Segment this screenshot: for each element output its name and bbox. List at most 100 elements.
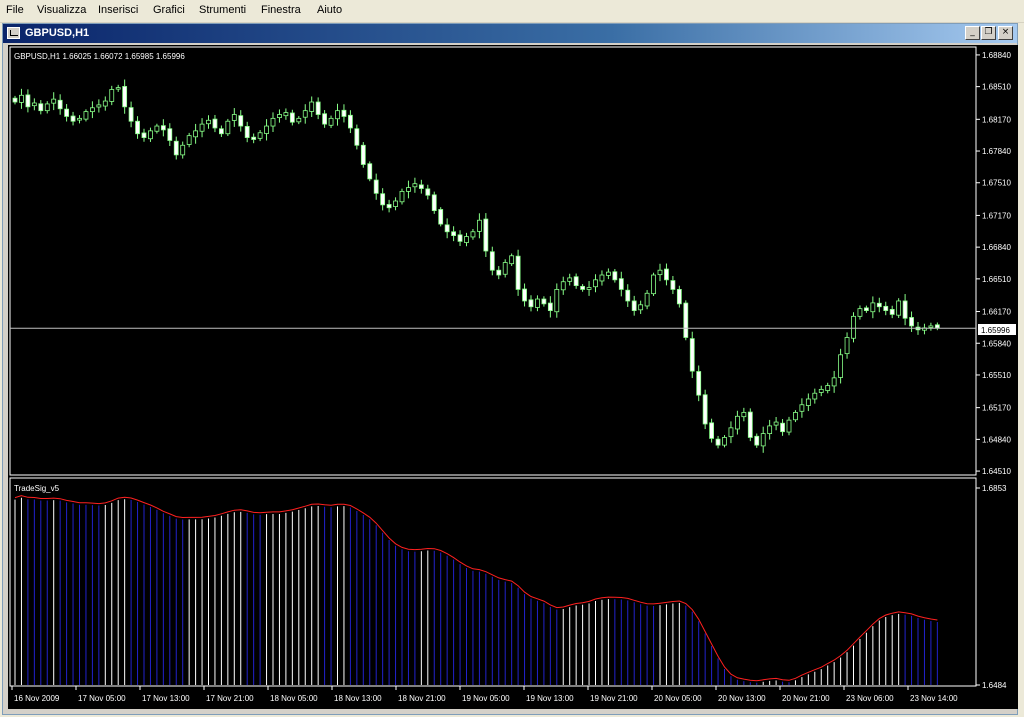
menu-aiuto[interactable]: Aiuto	[317, 4, 342, 16]
chart-header: GBPUSD,H1 1.66025 1.66072 1.65985 1.6599…	[14, 52, 185, 61]
candle-body	[77, 117, 82, 121]
candle-body	[496, 269, 502, 276]
candle-body	[612, 271, 618, 281]
price-label: 1.67510	[982, 179, 1011, 188]
price-label: 1.65510	[982, 371, 1011, 380]
price-label: 1.64510	[982, 467, 1011, 476]
candle-body	[573, 276, 579, 286]
candle-body	[122, 86, 128, 108]
candle-body	[199, 123, 205, 132]
candle-body	[438, 209, 444, 225]
candle-body	[115, 87, 121, 90]
indicator-name: TradeSig_v5	[14, 484, 60, 493]
indicator-bottom-label: 1.6484	[982, 681, 1007, 690]
minimize-button[interactable]: _	[965, 26, 980, 40]
menu-strumenti[interactable]: Strumenti	[199, 4, 246, 16]
time-label: 17 Nov 05:00	[78, 694, 126, 703]
candle-body	[302, 110, 308, 118]
price-label: 1.66170	[982, 308, 1011, 317]
candle-body	[373, 179, 379, 194]
candle-body	[934, 324, 940, 329]
candle-body	[393, 200, 398, 207]
candle-body	[670, 280, 676, 290]
candle-body	[651, 274, 656, 295]
close-button[interactable]: ×	[998, 26, 1013, 40]
candle-body	[315, 101, 321, 115]
chart-window-icon	[7, 27, 20, 39]
candle-body	[799, 404, 805, 412]
candle-body	[128, 107, 134, 122]
candle-body	[135, 120, 140, 135]
candle-body	[322, 113, 328, 125]
candle-body	[483, 218, 489, 252]
candle-body	[31, 102, 37, 107]
candle-body	[509, 255, 515, 265]
candle-body	[818, 388, 824, 393]
price-label: 1.68510	[982, 83, 1011, 92]
candle-body	[902, 300, 908, 319]
chart-canvas[interactable]: GBPUSD,H1 1.66025 1.66072 1.65985 1.6599…	[8, 45, 1018, 709]
candle-body	[186, 135, 192, 145]
candle-body	[44, 103, 50, 112]
time-label: 20 Nov 13:00	[718, 694, 766, 703]
candle-body	[864, 307, 869, 311]
candle-body	[173, 140, 179, 156]
indicator-top-label: 1.6853	[982, 484, 1007, 493]
candle-body	[283, 112, 289, 117]
window-title: GBPUSD,H1	[25, 27, 90, 39]
menu-inserisci[interactable]: Inserisci	[98, 4, 138, 16]
candle-body	[876, 302, 882, 308]
candle-body	[857, 308, 863, 317]
menu-finestra[interactable]: Finestra	[261, 4, 301, 16]
candle-body	[586, 287, 592, 290]
candle-body	[38, 103, 44, 112]
candle-body	[264, 125, 269, 134]
candle-body	[696, 371, 702, 396]
indicator-bars-group	[14, 497, 938, 685]
candle-body	[412, 183, 418, 188]
candle-body	[625, 289, 631, 302]
time-label: 19 Nov 13:00	[526, 694, 574, 703]
chart-area[interactable]: GBPUSD,H1 1.66025 1.66072 1.65985 1.6599…	[8, 45, 1018, 709]
candle-body	[644, 292, 650, 307]
candle-body	[689, 338, 695, 372]
candle-body	[896, 300, 902, 316]
time-axis: 16 Nov 2009 17 Nov 05:00 17 Nov 13:00 17 No…	[11, 686, 958, 703]
menu-file[interactable]: File	[6, 4, 24, 16]
candle-body	[19, 94, 24, 103]
candle-body	[244, 126, 250, 138]
time-label: 23 Nov 06:00	[846, 694, 894, 703]
menu-grafici[interactable]: Grafici	[153, 4, 185, 16]
candle-body	[225, 120, 231, 135]
candle-body	[805, 398, 811, 406]
candle-body	[347, 114, 353, 129]
window-titlebar[interactable]: GBPUSD,H1 _ ❐ ×	[3, 24, 1017, 43]
time-label: 18 Nov 21:00	[398, 694, 446, 703]
candle-body	[90, 107, 95, 113]
candle-body	[425, 188, 431, 196]
candle-body	[277, 114, 282, 118]
price-label: 1.67840	[982, 147, 1011, 156]
current-price-label: 1.65996	[981, 326, 1010, 335]
time-label: 18 Nov 05:00	[270, 694, 318, 703]
candle-body	[709, 422, 714, 439]
candle-body	[831, 377, 837, 387]
restore-button[interactable]: ❐	[981, 26, 996, 40]
candle-body	[70, 115, 76, 122]
candle-body	[451, 231, 457, 237]
candle-body	[754, 435, 760, 446]
candle-body	[870, 302, 876, 313]
candle-body	[354, 128, 360, 146]
candle-body	[444, 224, 450, 233]
candle-body	[767, 425, 773, 434]
menu-visualizza[interactable]: Visualizza	[37, 4, 86, 16]
candle-body	[851, 315, 856, 339]
candle-body	[747, 411, 753, 438]
candle-body	[270, 117, 276, 127]
candle-body	[780, 422, 785, 433]
candle-body	[57, 99, 63, 110]
candle-body	[289, 112, 295, 123]
candle-body	[148, 130, 153, 140]
candle-body	[883, 305, 889, 311]
candle-body	[206, 119, 211, 125]
